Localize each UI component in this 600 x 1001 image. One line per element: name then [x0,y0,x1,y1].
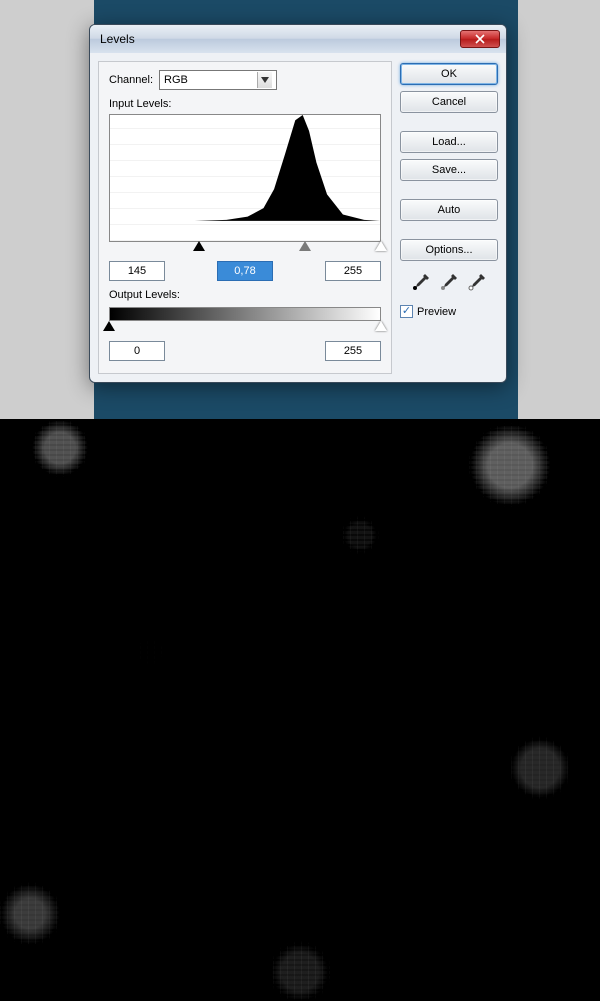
output-white-field[interactable]: 255 [325,341,381,361]
histogram-plot [110,115,380,221]
result-image [0,419,600,1001]
midtone-eyedropper-icon[interactable] [440,273,458,291]
save-button[interactable]: Save... [400,159,498,181]
chevron-down-icon [257,72,272,88]
output-slider-track[interactable] [109,321,381,335]
output-gradient [109,307,381,321]
close-icon [475,34,485,44]
dialog-title: Levels [96,32,135,46]
histogram [109,114,381,242]
channel-dropdown[interactable]: RGB [159,70,277,90]
preview-checkbox[interactable]: ✓ [400,305,413,318]
close-button[interactable] [460,30,500,48]
right-column: OK Cancel Load... Save... Auto Options..… [400,61,498,374]
workspace: Levels Channel: RGB Input Le [0,0,600,1001]
eyedropper-group [400,273,498,291]
shadow-eyedropper-icon[interactable] [412,273,430,291]
output-levels-label: Output Levels: [109,289,381,301]
input-gamma-field[interactable]: 0,78 [217,261,273,281]
preview-label: Preview [417,306,456,318]
output-black-field[interactable]: 0 [109,341,165,361]
highlight-eyedropper-icon[interactable] [468,273,486,291]
input-slider-track[interactable] [109,241,381,255]
input-white-field[interactable]: 255 [325,261,381,281]
input-white-slider[interactable] [375,241,387,251]
input-gamma-slider[interactable] [299,241,311,251]
cancel-button[interactable]: Cancel [400,91,498,113]
auto-button[interactable]: Auto [400,199,498,221]
ok-button[interactable]: OK [400,63,498,85]
levels-dialog: Levels Channel: RGB Input Le [89,24,507,383]
dialog-body: Channel: RGB Input Levels: [90,53,506,382]
options-button[interactable]: Options... [400,239,498,261]
titlebar[interactable]: Levels [90,25,506,53]
grunge-texture [0,419,600,1001]
input-black-field[interactable]: 145 [109,261,165,281]
left-column: Channel: RGB Input Levels: [98,61,392,374]
channel-value: RGB [164,74,188,86]
output-white-slider[interactable] [375,321,387,331]
input-levels-label: Input Levels: [109,98,381,110]
channel-label: Channel: [109,74,153,86]
load-button[interactable]: Load... [400,131,498,153]
output-black-slider[interactable] [103,321,115,331]
input-black-slider[interactable] [193,241,205,251]
